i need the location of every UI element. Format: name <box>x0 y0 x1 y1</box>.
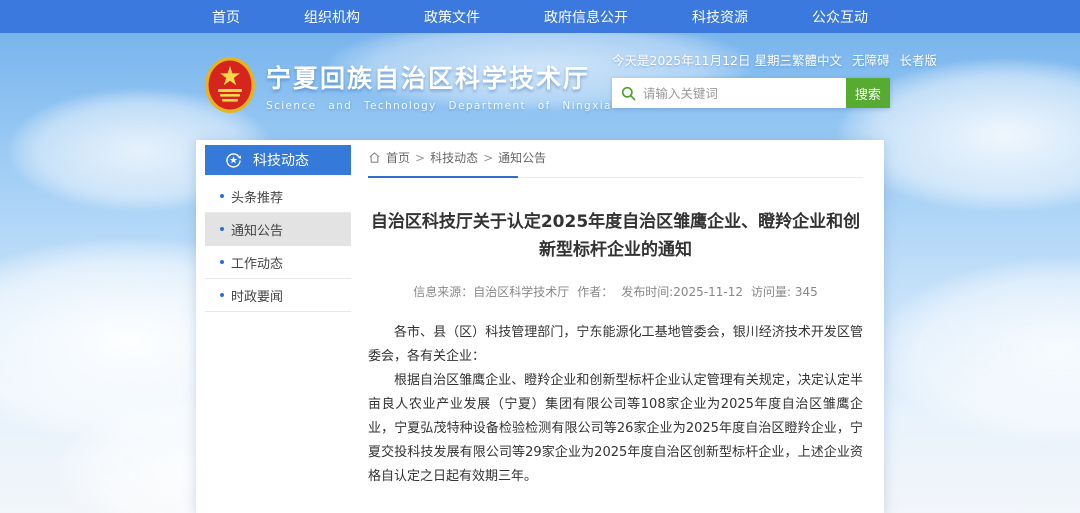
sidebar-item-label: 工作动态 <box>231 253 283 272</box>
link-traditional-chinese[interactable]: 繁體中文 <box>792 50 842 69</box>
meta-time-label: 发布时间: <box>621 285 673 299</box>
breadcrumb-separator: > <box>483 151 493 165</box>
bullet-dot-icon <box>220 227 224 231</box>
search-icon <box>621 86 636 101</box>
top-nav: 首页 组织机构 政策文件 政府信息公开 科技资源 公众互动 <box>0 0 1080 33</box>
site-title: 宁夏回族自治区科学技术厅 <box>266 59 612 95</box>
nav-item-policy-documents[interactable]: 政策文件 <box>424 7 480 27</box>
home-icon <box>368 151 381 164</box>
nav-item-home[interactable]: 首页 <box>212 7 240 27</box>
main-card: 科技动态 头条推荐 通知公告 工作动态 时政要闻 <box>196 140 884 513</box>
cloud-decoration <box>880 260 1080 440</box>
article-paragraph: 根据自治区雏鹰企业、瞪羚企业和创新型标杆企业认定管理有关规定，决定认定半亩良人农… <box>368 369 863 489</box>
meta-views: 345 <box>795 285 818 299</box>
meta-time: 2025-11-12 <box>673 285 743 299</box>
sidebar-item-notices[interactable]: 通知公告 <box>205 213 351 246</box>
nav-item-public-interaction[interactable]: 公众互动 <box>812 7 868 27</box>
search-input[interactable] <box>643 86 837 101</box>
sidebar-title: 科技动态 <box>253 150 309 170</box>
breadcrumb: 首页 > 科技动态 > 通知公告 <box>368 149 863 178</box>
sidebar-item-headlines[interactable]: 头条推荐 <box>205 180 351 213</box>
meta-source-label: 信息来源： <box>413 285 473 299</box>
date-text: 今天是2025年11月12日 星期三 <box>612 50 792 69</box>
link-accessibility[interactable]: 无障碍 <box>852 50 890 69</box>
sidebar: 科技动态 头条推荐 通知公告 工作动态 时政要闻 <box>205 145 351 312</box>
link-elderly-version[interactable]: 长者版 <box>900 50 938 69</box>
site-titles: 宁夏回族自治区科学技术厅 Science and Technology Depa… <box>266 59 612 112</box>
bullet-dot-icon <box>220 293 224 297</box>
sidebar-menu: 头条推荐 通知公告 工作动态 时政要闻 <box>205 175 351 312</box>
site-subtitle: Science and Technology Department of Nin… <box>266 100 612 112</box>
star-circle-icon <box>225 152 242 169</box>
nav-item-tech-resources[interactable]: 科技资源 <box>692 7 748 27</box>
breadcrumb-tech-news[interactable]: 科技动态 <box>430 149 478 166</box>
breadcrumb-home[interactable]: 首页 <box>386 149 410 166</box>
sidebar-item-label: 通知公告 <box>231 220 283 239</box>
article-paragraph: 各市、县（区）科技管理部门，宁东能源化工基地管委会，银川经济技术开发区管委会，各… <box>368 321 863 369</box>
bullet-dot-icon <box>220 260 224 264</box>
site-logo[interactable]: 宁夏回族自治区科学技术厅 Science and Technology Depa… <box>204 56 612 114</box>
meta-source: 自治区科学技术厅 <box>473 285 569 299</box>
sidebar-item-label: 头条推荐 <box>231 187 283 206</box>
article-title: 自治区科技厅关于认定2025年度自治区雏鹰企业、瞪羚企业和创新型标杆企业的通知 <box>368 208 863 264</box>
meta-author-label: 作者： <box>577 285 613 299</box>
national-emblem-icon <box>204 56 256 114</box>
search-bar: 搜索 <box>612 78 890 108</box>
header-right: 今天是2025年11月12日 星期三 繁體中文 无障碍 长者版 <box>612 46 890 114</box>
date-row: 今天是2025年11月12日 星期三 繁體中文 无障碍 长者版 <box>612 50 890 69</box>
content-area: 首页 > 科技动态 > 通知公告 自治区科技厅关于认定2025年度自治区雏鹰企业… <box>368 149 863 513</box>
sidebar-item-label: 时政要闻 <box>231 286 283 305</box>
nav-item-organization[interactable]: 组织机构 <box>304 7 360 27</box>
sidebar-item-work-updates[interactable]: 工作动态 <box>205 246 351 279</box>
meta-views-label: 访问量: <box>751 285 791 299</box>
sidebar-item-current-politics[interactable]: 时政要闻 <box>205 279 351 312</box>
article-meta: 信息来源：自治区科学技术厅作者： 发布时间:2025-11-12 访问量: 345 <box>368 283 863 300</box>
bullet-dot-icon <box>220 194 224 198</box>
page: 首页 组织机构 政策文件 政府信息公开 科技资源 公众互动 宁夏回族自治区科学技… <box>0 0 1080 513</box>
quick-links: 繁體中文 无障碍 长者版 <box>792 50 937 69</box>
search-button[interactable]: 搜索 <box>846 78 890 108</box>
site-header: 宁夏回族自治区科学技术厅 Science and Technology Depa… <box>204 46 884 114</box>
breadcrumb-separator: > <box>415 151 425 165</box>
breadcrumb-notices[interactable]: 通知公告 <box>498 149 546 166</box>
nav-item-gov-info-disclosure[interactable]: 政府信息公开 <box>544 7 628 27</box>
search-input-wrap <box>612 78 846 108</box>
article-body: 各市、县（区）科技管理部门，宁东能源化工基地管委会，银川经济技术开发区管委会，各… <box>368 321 863 489</box>
sidebar-header-tech-news[interactable]: 科技动态 <box>205 145 351 175</box>
